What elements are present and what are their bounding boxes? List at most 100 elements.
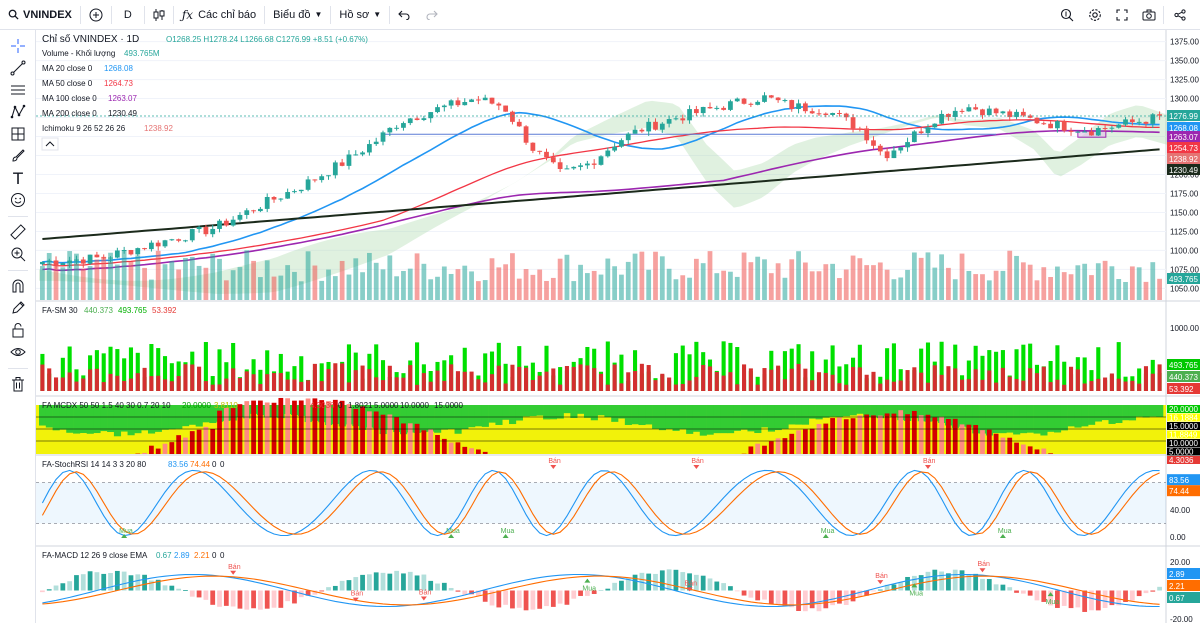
buy-signal-label: Mua xyxy=(582,586,596,593)
price-tick-label: 1325.00 xyxy=(1170,76,1199,85)
candle-body xyxy=(605,150,611,157)
mcdx-red-bar xyxy=(278,397,284,454)
sm-red-bar xyxy=(687,380,692,391)
sm-red-bar xyxy=(47,368,52,391)
brush-tool[interactable] xyxy=(8,146,28,166)
mcdx-red-bar xyxy=(264,402,270,454)
volume-bar xyxy=(489,258,495,300)
candle-body xyxy=(980,109,985,116)
macd-tick-label: -20.00 xyxy=(1170,615,1193,623)
candle-body xyxy=(121,250,127,252)
sm-red-bar xyxy=(1000,367,1005,391)
screener-button[interactable] xyxy=(1053,0,1081,30)
price-tick-label: 1375.00 xyxy=(1170,38,1199,47)
mcdx-green-bar xyxy=(1047,405,1055,432)
text-tool[interactable]: T xyxy=(8,168,28,188)
price-tick-label: 1125.00 xyxy=(1170,227,1199,236)
volume-bar xyxy=(367,252,372,300)
share-button[interactable] xyxy=(1164,0,1200,30)
macd-histogram-bar xyxy=(986,579,992,591)
forecast-tool[interactable] xyxy=(8,124,28,144)
candle-body xyxy=(394,127,400,129)
emoji-tool[interactable] xyxy=(8,190,28,210)
undo-button[interactable] xyxy=(390,0,418,30)
stoch-tag-label: 74.44 xyxy=(1169,487,1190,496)
macd-histogram-bar xyxy=(619,580,624,591)
volume-bar xyxy=(659,256,665,300)
horizontal-lines-tool[interactable] xyxy=(8,80,28,100)
mcdx-red-bar xyxy=(952,418,958,454)
candle-body xyxy=(1061,121,1067,131)
remove-drawings-tool[interactable] xyxy=(8,374,28,394)
zoom-tool[interactable] xyxy=(8,244,28,264)
pattern-tool[interactable] xyxy=(8,102,28,122)
magnet-tool[interactable] xyxy=(8,276,28,296)
mcdx-red-bar xyxy=(196,429,202,454)
camera-icon xyxy=(1142,9,1156,21)
candle-body xyxy=(530,142,536,151)
sm-red-bar xyxy=(633,371,638,391)
camera-button[interactable] xyxy=(1135,0,1163,30)
ma200-label: MA 200 close 0 xyxy=(42,109,97,118)
settings-button[interactable] xyxy=(1081,0,1109,30)
fasm-value-2: 493.765 xyxy=(118,306,147,315)
candle-style-button[interactable] xyxy=(145,0,173,30)
chart-area[interactable]: Bán Bán Bán Mua Mua Mua Mua Mua Bán Bán Bán Bán Bán… xyxy=(36,30,1200,623)
sm-red-bar xyxy=(1007,376,1012,391)
volume-bar xyxy=(952,279,958,300)
volume-bar xyxy=(782,277,788,300)
macd-histogram-bar xyxy=(203,590,209,600)
stoch-tick-label: 40.00 xyxy=(1170,506,1191,515)
collapse-legend-button[interactable] xyxy=(41,137,59,151)
zoom-search-icon xyxy=(1060,8,1074,22)
candle-body xyxy=(639,129,645,132)
sm-red-bar xyxy=(476,379,481,391)
macd-histogram-bar xyxy=(523,590,529,611)
stochrsi-value-2: 74.44 xyxy=(190,460,211,469)
candle-body xyxy=(986,108,992,116)
volume-bar xyxy=(455,269,461,300)
sm-red-bar xyxy=(415,384,420,391)
volume-bar xyxy=(850,255,856,300)
stay-drawing-tool[interactable] xyxy=(8,298,28,318)
candle-body xyxy=(237,214,243,220)
candle-body xyxy=(1095,128,1101,136)
mcdx-red-bar xyxy=(258,400,263,454)
volume-bar xyxy=(1095,263,1101,300)
candle-body xyxy=(796,103,801,110)
fullscreen-button[interactable] xyxy=(1109,0,1135,30)
trend-line-tool[interactable] xyxy=(8,58,28,78)
symbol-search[interactable]: VNINDEX xyxy=(0,0,80,30)
macd-histogram-bar xyxy=(646,573,652,591)
sm-tag-label: 493.765 xyxy=(1169,361,1198,370)
mcdx-green-bar xyxy=(577,405,585,414)
famcdx-value-6: 5.0000 xyxy=(374,401,399,410)
candle-body xyxy=(850,117,856,129)
sell-signal-label: Bán xyxy=(923,458,936,465)
sm-red-bar xyxy=(510,364,515,391)
chart-type-dropdown[interactable]: Biểu đồ ▼ xyxy=(265,0,330,30)
chart-canvas[interactable]: Bán Bán Bán Mua Mua Mua Mua Mua Bán Bán Bán Bán Bán… xyxy=(36,30,1200,623)
volume-bar xyxy=(680,275,686,300)
ruler-tool[interactable] xyxy=(8,222,28,242)
mcdx-red-bar xyxy=(918,415,924,454)
redo-button[interactable] xyxy=(418,0,446,30)
hide-drawings-tool[interactable] xyxy=(8,342,28,362)
sm-red-bar xyxy=(210,384,215,391)
mcdx-red-bar xyxy=(169,442,175,454)
macd-histogram-bar xyxy=(1143,590,1149,594)
crosshair-tool[interactable] xyxy=(8,36,28,56)
candle-body xyxy=(693,109,699,114)
mcdx-red-bar xyxy=(285,398,291,454)
sm-red-bar xyxy=(612,364,617,391)
interval-button[interactable]: D xyxy=(112,0,144,30)
volume-bar xyxy=(135,255,141,300)
compare-button[interactable] xyxy=(81,0,111,30)
candle-body xyxy=(503,105,509,112)
volume-bar xyxy=(441,266,447,300)
mcdx-red-bar xyxy=(421,430,427,454)
lock-drawings-tool[interactable] xyxy=(8,320,28,340)
indicators-button[interactable]: ƒx Các chỉ báo xyxy=(174,0,264,30)
profile-dropdown[interactable]: Hồ sơ ▼ xyxy=(331,0,389,30)
sm-red-bar xyxy=(149,376,154,391)
